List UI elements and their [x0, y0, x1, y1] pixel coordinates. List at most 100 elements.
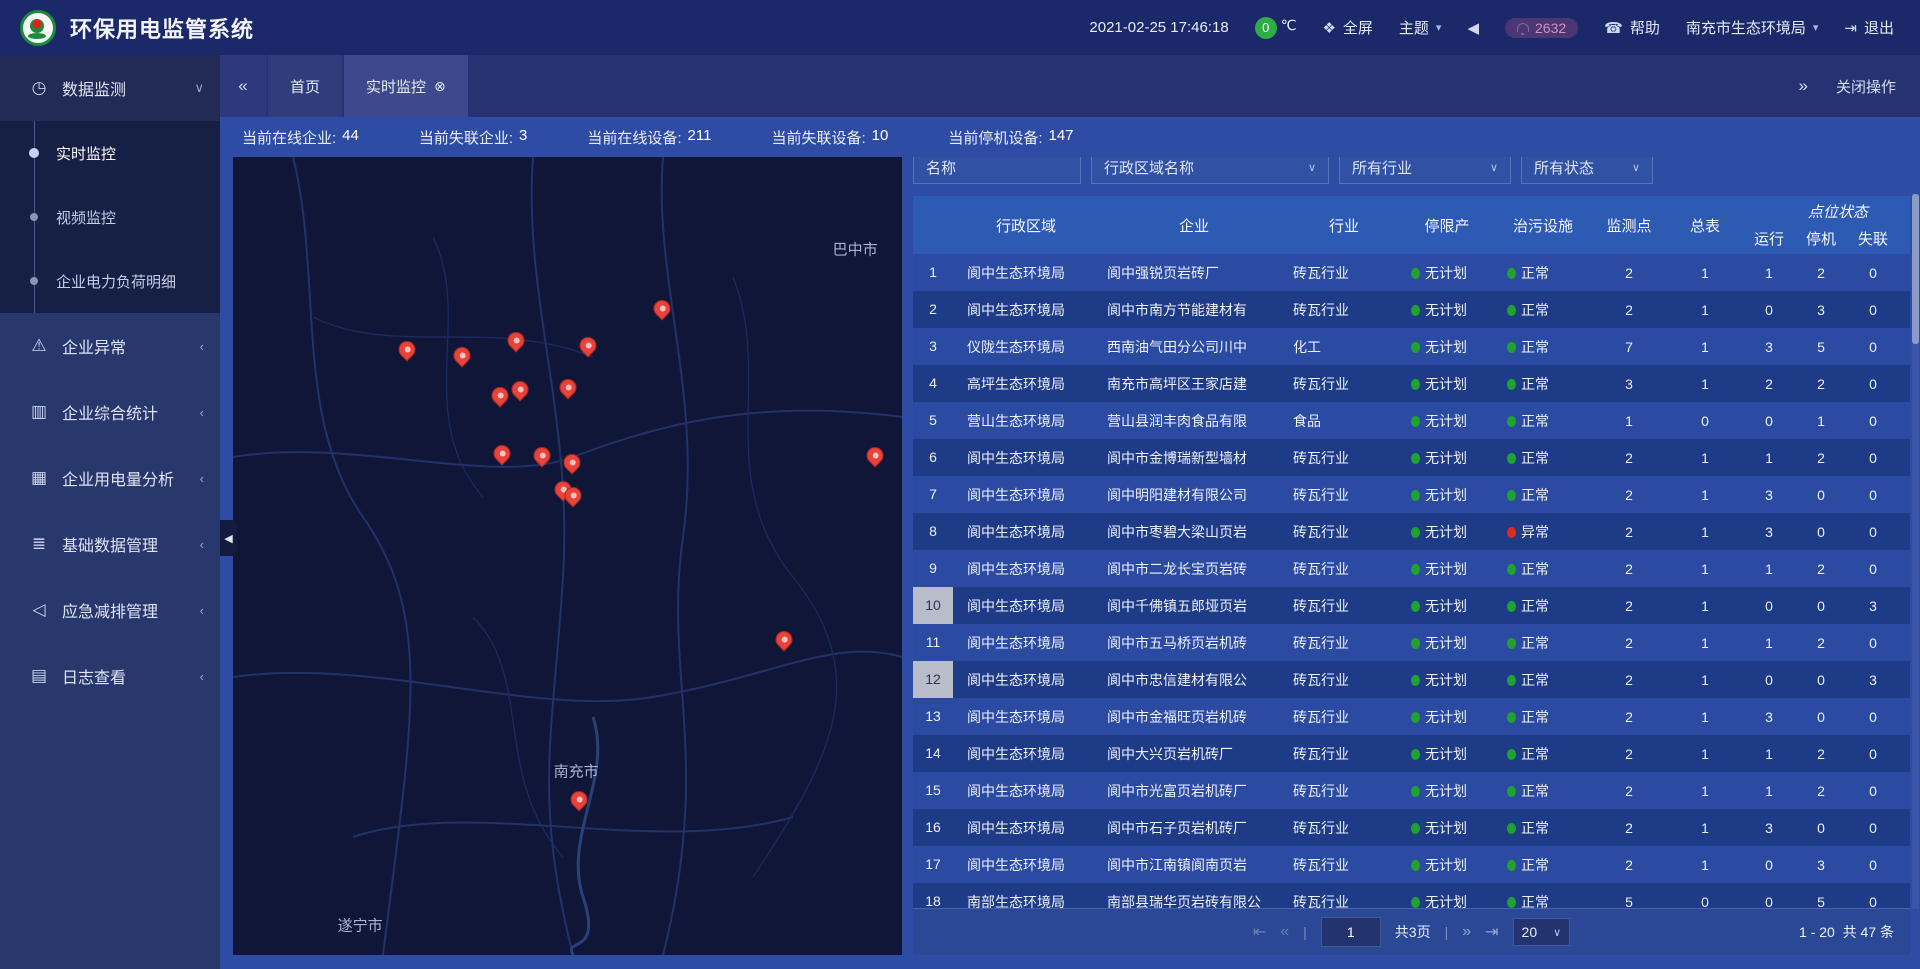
cell-region: 阆中生态环境局: [953, 855, 1099, 875]
cell-facility: 正常: [1495, 855, 1591, 875]
tabs-scroll-left-button[interactable]: «: [220, 55, 266, 117]
cell-run: 3: [1743, 524, 1795, 540]
status-dot: [1507, 342, 1516, 353]
table-row[interactable]: 13 阆中生态环境局 阆中市金福旺页岩机砖 砖瓦行业 无计划 正常 2 1 3 …: [913, 698, 1910, 735]
table-row[interactable]: 12 阆中生态环境局 阆中市忠信建材有限公 砖瓦行业 无计划 正常 2 1 0 …: [913, 661, 1910, 698]
cell-plan: 无计划: [1399, 337, 1495, 357]
sidebar-item[interactable]: ◷ 数据监测 ∨: [0, 55, 220, 121]
table-row[interactable]: 6 阆中生态环境局 阆中市金博瑞新型墙材 砖瓦行业 无计划 正常 2 1 1 2…: [913, 439, 1910, 476]
cell-lost: 0: [1847, 746, 1899, 762]
cell-stop: 0: [1795, 709, 1847, 725]
cell-points: 3: [1591, 376, 1667, 392]
table-row[interactable]: 16 阆中生态环境局 阆中市石子页岩机砖厂 砖瓦行业 无计划 正常 2 1 3 …: [913, 809, 1910, 846]
sidebar-item[interactable]: 企业电力负荷明细: [0, 249, 220, 313]
chevron-down-icon: ∨: [1490, 161, 1498, 174]
cell-points: 2: [1591, 857, 1667, 873]
cell-total: 1: [1667, 524, 1743, 540]
last-page-button[interactable]: ⇥: [1485, 922, 1498, 942]
cell-region: 阆中生态环境局: [953, 707, 1099, 727]
status-dot-green: [1411, 823, 1420, 834]
sidebar-item[interactable]: 实时监控: [0, 121, 220, 185]
sidebar-collapse-handle[interactable]: ◀: [220, 520, 237, 556]
cell-run: 0: [1743, 413, 1795, 429]
close-operations-button[interactable]: 关闭操作: [1836, 76, 1896, 97]
cell-company: 阆中明阳建材有限公司: [1099, 485, 1289, 505]
cell-index: 2: [913, 291, 953, 328]
chevron-icon: ‹: [200, 603, 204, 618]
sidebar-item[interactable]: 视频监控: [0, 185, 220, 249]
cell-run: 0: [1743, 598, 1795, 614]
tab[interactable]: 首页 ⊗: [268, 55, 342, 117]
sidebar-item[interactable]: ⚠ 企业异常 ‹: [0, 313, 220, 379]
sidebar-item[interactable]: ▦ 企业用电量分析 ‹: [0, 445, 220, 511]
notification-badge[interactable]: 2632: [1505, 18, 1578, 38]
tab-close-icon[interactable]: ⊗: [434, 78, 446, 95]
map-panel[interactable]: 巴中市 南充市 遂宁市: [233, 157, 902, 955]
map-city-label: 遂宁市: [338, 915, 383, 936]
cell-total: 1: [1667, 450, 1743, 466]
cell-plan: 无计划: [1399, 448, 1495, 468]
chevron-icon: ‹: [200, 471, 204, 486]
table-scrollbar[interactable]: [1912, 194, 1919, 909]
next-page-button[interactable]: »: [1462, 923, 1471, 941]
page-number-input[interactable]: [1321, 917, 1381, 947]
cell-stop: 2: [1795, 376, 1847, 392]
cell-industry: 砖瓦行业: [1289, 485, 1399, 505]
help-button[interactable]: ☎ 帮助: [1604, 17, 1660, 38]
status-dot: [1507, 268, 1516, 279]
table-row[interactable]: 17 阆中生态环境局 阆中市江南镇阆南页岩 砖瓦行业 无计划 正常 2 1 0 …: [913, 846, 1910, 883]
chevron-down-icon: ▾: [1436, 21, 1442, 34]
mute-button[interactable]: ◀: [1467, 19, 1479, 37]
theme-dropdown[interactable]: 主题 ▾: [1399, 17, 1442, 38]
table-row[interactable]: 4 高坪生态环境局 南充市高坪区王家店建 砖瓦行业 无计划 正常 3 1 2 2…: [913, 365, 1910, 402]
cell-facility: 正常: [1495, 411, 1591, 431]
cell-company: 阆中市光富页岩机砖厂: [1099, 781, 1289, 801]
sidebar-item[interactable]: ◁ 应急减排管理 ‹: [0, 577, 220, 643]
cell-stop: 5: [1795, 894, 1847, 910]
cell-index: 1: [913, 254, 953, 291]
tab[interactable]: 实时监控 ⊗: [344, 55, 468, 117]
group-subheaders: 运行 停机 失联: [1743, 228, 1903, 249]
table-row[interactable]: 18 南部生态环境局 南部县瑞华页岩砖有限公 砖瓦行业 无计划 正常 5 0 0…: [913, 883, 1910, 909]
fullscreen-button[interactable]: ❖ 全屏: [1322, 17, 1372, 38]
sidebar-item[interactable]: ▥ 企业综合统计 ‹: [0, 379, 220, 445]
page-size-select[interactable]: 20 ∨: [1513, 918, 1571, 946]
org-user-menu[interactable]: 南充市生态环境局 ▾: [1686, 17, 1819, 38]
table-row[interactable]: 10 阆中生态环境局 阆中千佛镇五郎垭页岩 砖瓦行业 无计划 正常 2 1 0 …: [913, 587, 1910, 624]
fullscreen-icon: ❖: [1322, 19, 1335, 37]
table-row[interactable]: 9 阆中生态环境局 阆中市二龙长宝页岩砖 砖瓦行业 无计划 正常 2 1 1 2…: [913, 550, 1910, 587]
table-row[interactable]: 15 阆中生态环境局 阆中市光富页岩机砖厂 砖瓦行业 无计划 正常 2 1 1 …: [913, 772, 1910, 809]
logout-button[interactable]: ⇥ 退出: [1844, 17, 1894, 38]
table-row[interactable]: 7 阆中生态环境局 阆中明阳建材有限公司 砖瓦行业 无计划 正常 2 1 3 0…: [913, 476, 1910, 513]
table-row[interactable]: 8 阆中生态环境局 阆中市枣碧大梁山页岩 砖瓦行业 无计划 异常 2 1 3 0…: [913, 513, 1910, 550]
chevron-down-icon: ∨: [1632, 161, 1640, 174]
cell-company: 西南油气田分公司川中: [1099, 337, 1289, 357]
sidebar-item[interactable]: ≣ 基础数据管理 ‹: [0, 511, 220, 577]
cell-index: 18: [913, 883, 953, 909]
sidebar-item-label: 企业电力负荷明细: [56, 271, 176, 292]
cell-run: 1: [1743, 265, 1795, 281]
status-dot: [1507, 416, 1516, 427]
status-dot: [1507, 490, 1516, 501]
tabs-scroll-right-button[interactable]: »: [1799, 76, 1808, 96]
status-dot-green: [1411, 527, 1420, 538]
sidebar-item-label: 企业用电量分析: [62, 466, 174, 490]
cell-company: 阆中强锐页岩砖厂: [1099, 263, 1289, 283]
table-row[interactable]: 2 阆中生态环境局 阆中市南方节能建材有 砖瓦行业 无计划 正常 2 1 0 3…: [913, 291, 1910, 328]
table-row[interactable]: 11 阆中生态环境局 阆中市五马桥页岩机砖 砖瓦行业 无计划 正常 2 1 1 …: [913, 624, 1910, 661]
cell-industry: 砖瓦行业: [1289, 707, 1399, 727]
cell-run: 1: [1743, 746, 1795, 762]
cell-facility: 正常: [1495, 633, 1591, 653]
chevron-down-icon: ▾: [1813, 21, 1819, 34]
table-row[interactable]: 14 阆中生态环境局 阆中大兴页岩机砖厂 砖瓦行业 无计划 正常 2 1 1 2…: [913, 735, 1910, 772]
scrollbar-thumb[interactable]: [1912, 194, 1919, 344]
cell-facility: 正常: [1495, 300, 1591, 320]
sidebar-item[interactable]: ▤ 日志查看 ‹: [0, 643, 220, 709]
cell-region: 阆中生态环境局: [953, 263, 1099, 283]
first-page-button[interactable]: ⇤: [1253, 922, 1266, 942]
prev-page-button[interactable]: «: [1280, 923, 1289, 941]
table-row[interactable]: 1 阆中生态环境局 阆中强锐页岩砖厂 砖瓦行业 无计划 正常 2 1 1 2 0: [913, 254, 1910, 291]
cell-region: 仪陇生态环境局: [953, 337, 1099, 357]
table-row[interactable]: 5 营山生态环境局 营山县润丰肉食品有限 食品 无计划 正常 1 0 0 1 0: [913, 402, 1910, 439]
table-row[interactable]: 3 仪陇生态环境局 西南油气田分公司川中 化工 无计划 正常 7 1 3 5 0: [913, 328, 1910, 365]
